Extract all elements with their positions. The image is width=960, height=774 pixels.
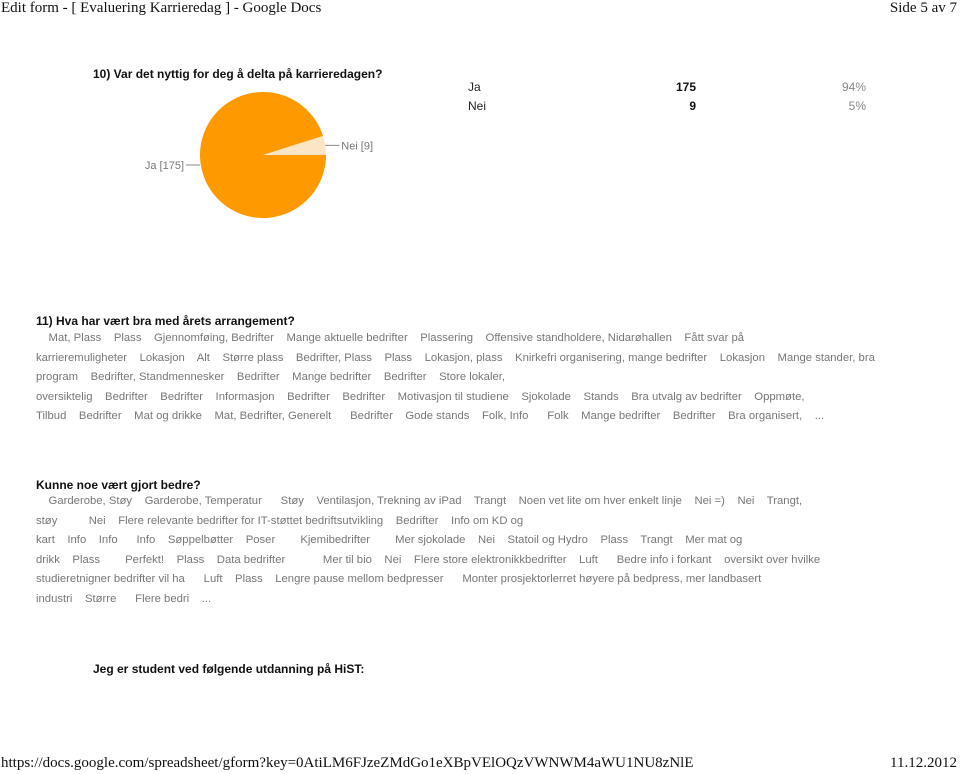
answer-line: studieretnigner bedrifter vil ha Luft Pl… <box>36 573 762 585</box>
footer-date: 11.12.2012 <box>890 755 957 771</box>
pie-label-nei: Nei [9] <box>341 140 373 152</box>
pie-chart: Ja [175] Nei [9] <box>145 91 373 218</box>
page-header-title: Edit form - [ Evaluering Karrieredag ] -… <box>1 0 322 16</box>
summary-row-nei: Nei 9 5% <box>468 99 868 118</box>
answer-line: program Bedrifter, Standmennesker Bedrif… <box>36 371 506 383</box>
question-11-title: 11) Hva har vært bra med årets arrangeme… <box>36 314 295 328</box>
summary-percent: 94% <box>841 80 866 94</box>
question-improve-answers: Garderobe, Støy Garderobe, Temperatur St… <box>36 492 926 609</box>
pie-label-ja: Ja [175] <box>145 160 184 172</box>
answer-line: drikk Plass Perfekt! Plass Data bedrifte… <box>36 553 821 566</box>
summary-row-ja: Ja 175 94% <box>468 80 868 99</box>
page-indicator: Side 5 av 7 <box>889 0 957 16</box>
answer-line: karrieremuligheter Lokasjon Alt Større p… <box>36 351 875 364</box>
question-student-title: Jeg er student ved følgende utdanning på… <box>93 662 365 676</box>
answer-line: Mat, Plass Plass Gjennomføing, Bedrifter… <box>36 332 745 344</box>
summary-label: Nei <box>468 99 487 113</box>
summary-count: 9 <box>689 99 696 113</box>
summary-count: 175 <box>675 80 696 94</box>
footer-url: https://docs.google.com/spreadsheet/gfor… <box>1 755 694 771</box>
question-10-title: 10) Var det nyttig for deg å delta på ka… <box>93 67 383 81</box>
summary-percent: 5% <box>848 99 866 113</box>
summary-label: Ja <box>468 80 481 94</box>
answer-line: Garderobe, Støy Garderobe, Temperatur St… <box>36 495 803 507</box>
answer-line: kart Info Info Info Søppelbøtter Poser K… <box>36 534 743 546</box>
answer-line: støy Nei Flere relevante bedrifter for I… <box>36 514 524 527</box>
question-10-summary-table: Ja 175 94% Nei 9 5% <box>468 80 868 118</box>
question-improve-title: Kunne noe vært gjort bedre? <box>36 478 201 492</box>
answer-line: industri Større Flere bedri ... <box>36 592 212 605</box>
answer-line: oversiktelig Bedrifter Bedrifter Informa… <box>36 390 805 403</box>
question-11-answers: Mat, Plass Plass Gjennomføing, Bedrifter… <box>36 329 926 427</box>
answer-line: Tilbud Bedrifter Mat og drikke Mat, Bedr… <box>36 410 825 422</box>
